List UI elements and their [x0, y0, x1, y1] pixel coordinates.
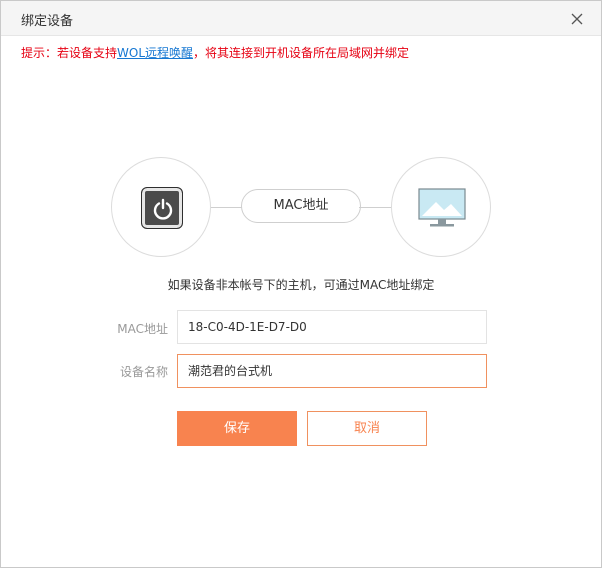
tip-suffix: ，将其连接到开机设备所在局域网并绑定 — [193, 46, 410, 60]
bind-device-dialog: 绑定设备 提示：若设备支持WOL远程唤醒，将其连接到开机设备所在局域网并绑定 M… — [0, 0, 602, 568]
description-text: 如果设备非本帐号下的主机，可通过MAC地址绑定 — [167, 278, 435, 292]
dialog-title: 绑定设备 — [21, 14, 74, 29]
host-circle — [391, 157, 491, 257]
mac-address-field[interactable]: 18-C0-4D-1E-D7-D0 — [177, 310, 487, 344]
device-circle — [111, 157, 211, 257]
mac-address-pill: MAC地址 — [241, 189, 361, 223]
tip-prefix: 提示：若设备支持 — [21, 46, 118, 60]
mac-label: MAC地址 — [117, 322, 168, 336]
connector-line-right — [359, 207, 391, 208]
save-button[interactable]: 保存 — [177, 411, 297, 446]
close-icon[interactable] — [567, 9, 587, 29]
wol-tip: 提示：若设备支持WOL远程唤醒，将其连接到开机设备所在局域网并绑定 — [21, 44, 409, 61]
device-name-label: 设备名称 — [119, 365, 168, 379]
cancel-button[interactable]: 取消 — [307, 411, 427, 446]
monitor-icon — [418, 188, 466, 227]
dialog-titlebar: 绑定设备 — [1, 1, 601, 36]
connector-line-left — [211, 207, 243, 208]
power-icon — [141, 187, 183, 229]
device-name-input[interactable]: 潮范君的台式机 — [177, 354, 487, 388]
wol-link[interactable]: WOL远程唤醒 — [117, 46, 193, 60]
